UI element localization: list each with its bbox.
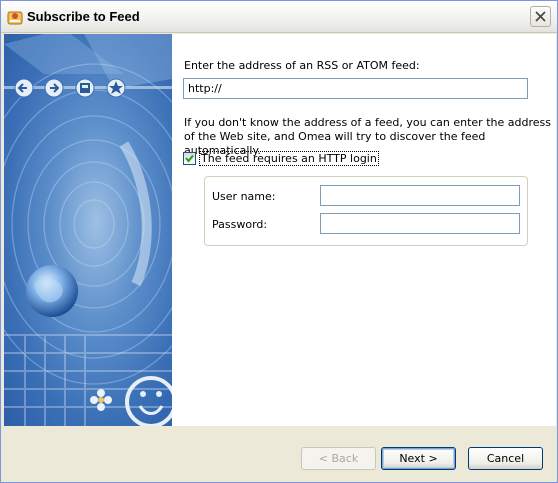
password-input[interactable] <box>320 213 520 234</box>
cancel-button[interactable]: Cancel <box>468 447 543 470</box>
close-button[interactable] <box>530 6 551 27</box>
http-login-checkbox[interactable] <box>183 152 196 165</box>
smiley-icon <box>125 376 172 426</box>
next-button[interactable]: Next > <box>381 447 456 470</box>
password-label: Password: <box>212 218 268 231</box>
username-input[interactable] <box>320 185 520 206</box>
wizard-content: Enter the address of an RSS or ATOM feed… <box>172 34 556 426</box>
subscribe-dialog: Subscribe to Feed Enter the address of a… <box>0 0 558 483</box>
login-credentials-group: User name: Password: <box>204 176 528 246</box>
close-icon <box>535 11 546 22</box>
feed-app-icon <box>7 11 23 25</box>
wizard-banner-image <box>4 34 172 426</box>
username-label: User name: <box>212 190 276 203</box>
window-title: Subscribe to Feed <box>27 9 140 24</box>
http-login-checkbox-label[interactable]: The feed requires an HTTP login <box>199 151 379 166</box>
feed-address-input[interactable] <box>183 78 528 99</box>
feed-address-label: Enter the address of an RSS or ATOM feed… <box>184 59 420 72</box>
back-button[interactable]: < Back <box>301 447 376 470</box>
banner-artwork <box>4 34 172 426</box>
checkmark-icon <box>185 154 194 163</box>
title-bar[interactable]: Subscribe to Feed <box>1 1 557 33</box>
wizard-footer: < Back Next > Cancel <box>4 426 556 481</box>
